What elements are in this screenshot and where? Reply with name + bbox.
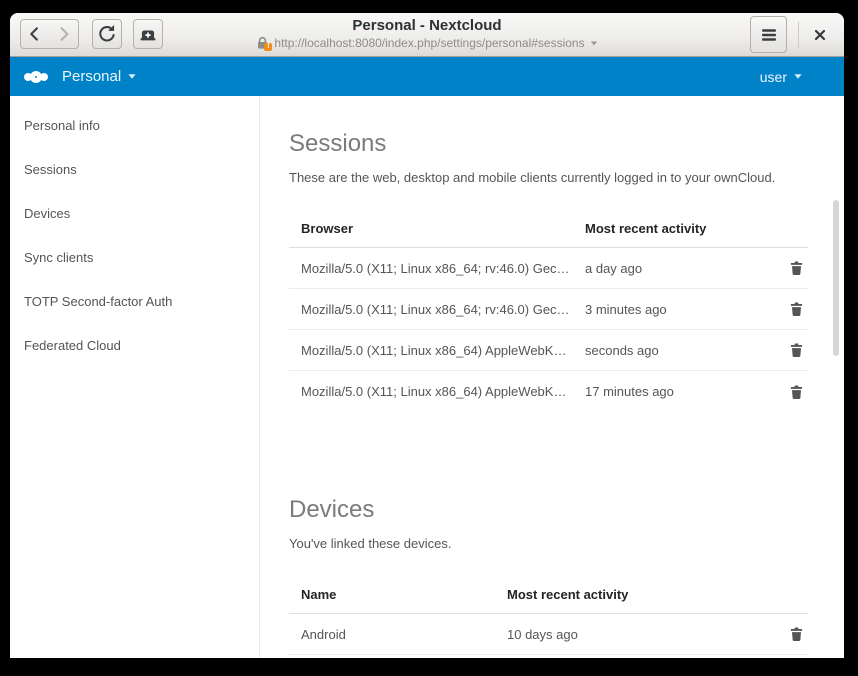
forward-button[interactable]	[49, 19, 79, 49]
trash-icon	[789, 626, 804, 642]
settings-sidebar: Personal info Sessions Devices Sync clie…	[10, 96, 260, 658]
column-header-name: Name	[289, 587, 507, 602]
settings-content: Personal info Sessions Devices Sync clie…	[10, 96, 844, 658]
new-tab-button[interactable]	[133, 19, 163, 49]
devices-table: Name Most recent activity Android 10 day…	[289, 576, 808, 655]
browser-window: Personal - Nextcloud ! http://localhost:…	[10, 13, 844, 658]
insecure-lock-icon: !	[256, 36, 269, 50]
refresh-icon	[93, 19, 121, 49]
refresh-button[interactable]	[92, 19, 122, 49]
delete-session-button[interactable]	[789, 384, 804, 400]
app-menu-label: Personal	[62, 68, 121, 85]
session-row: Mozilla/5.0 (X11; Linux x86_64; rv:46.0)…	[289, 248, 808, 289]
app-menu-personal[interactable]: Personal	[62, 68, 136, 85]
devices-heading: Devices	[289, 496, 808, 524]
scrollbar-thumb[interactable]	[833, 200, 839, 356]
browser-titlebar: Personal - Nextcloud ! http://localhost:…	[10, 13, 844, 57]
sidebar-item-federated-cloud[interactable]: Federated Cloud	[10, 323, 259, 367]
trash-icon	[789, 260, 804, 276]
trash-icon	[789, 342, 804, 358]
sidebar-item-personal-info[interactable]: Personal info	[10, 103, 259, 147]
session-row: Mozilla/5.0 (X11; Linux x86_64) AppleWeb…	[289, 330, 808, 371]
delete-session-button[interactable]	[789, 260, 804, 276]
device-name: Android	[289, 627, 507, 642]
delete-session-button[interactable]	[789, 342, 804, 358]
column-header-browser: Browser	[289, 221, 585, 236]
chevron-left-icon	[21, 19, 49, 49]
chevron-right-icon	[49, 19, 78, 49]
url-dropdown-caret-icon[interactable]	[590, 41, 596, 45]
app-menu-caret-icon	[129, 74, 136, 79]
back-button[interactable]	[20, 19, 50, 49]
delete-device-button[interactable]	[789, 626, 804, 642]
hamburger-icon	[761, 28, 777, 42]
session-row: Mozilla/5.0 (X11; Linux x86_64) AppleWeb…	[289, 371, 808, 412]
devices-description: You've linked these devices.	[289, 536, 808, 552]
sidebar-item-devices[interactable]: Devices	[10, 191, 259, 235]
new-tab-icon	[134, 19, 162, 49]
url-bar[interactable]: ! http://localhost:8080/index.php/settin…	[256, 36, 597, 50]
sidebar-item-sync-clients[interactable]: Sync clients	[10, 235, 259, 279]
device-row: Android 10 days ago	[289, 614, 808, 655]
settings-main: Sessions These are the web, desktop and …	[260, 96, 844, 658]
session-browser: Mozilla/5.0 (X11; Linux x86_64) AppleWeb…	[289, 343, 585, 358]
sessions-table-header: Browser Most recent activity	[289, 210, 808, 248]
menu-button[interactable]	[750, 16, 787, 53]
device-activity: 10 days ago	[507, 627, 772, 642]
trash-icon	[789, 301, 804, 317]
column-header-activity: Most recent activity	[507, 587, 772, 602]
sidebar-item-sessions[interactable]: Sessions	[10, 147, 259, 191]
sessions-table: Browser Most recent activity Mozilla/5.0…	[289, 210, 808, 412]
titlebar-center: Personal - Nextcloud ! http://localhost:…	[190, 17, 664, 55]
session-browser: Mozilla/5.0 (X11; Linux x86_64; rv:46.0)…	[289, 261, 585, 276]
devices-table-header: Name Most recent activity	[289, 576, 808, 614]
lock-warning-badge: !	[264, 43, 272, 51]
delete-session-button[interactable]	[789, 301, 804, 317]
logo-ring-center	[30, 71, 42, 83]
session-browser: Mozilla/5.0 (X11; Linux x86_64; rv:46.0)…	[289, 302, 585, 317]
user-menu-label: user	[760, 69, 787, 85]
session-row: Mozilla/5.0 (X11; Linux x86_64; rv:46.0)…	[289, 289, 808, 330]
window-title: Personal - Nextcloud	[190, 17, 664, 35]
user-menu-caret-icon	[794, 74, 801, 79]
close-icon	[812, 27, 828, 43]
titlebar-separator	[798, 22, 799, 48]
url-text: http://localhost:8080/index.php/settings…	[274, 36, 584, 50]
column-header-activity: Most recent activity	[585, 221, 772, 236]
user-menu[interactable]: user	[760, 69, 802, 85]
sidebar-item-totp[interactable]: TOTP Second-factor Auth	[10, 279, 259, 323]
session-activity: a day ago	[585, 261, 772, 276]
nextcloud-header: Personal user	[10, 57, 844, 96]
sessions-heading: Sessions	[289, 130, 808, 158]
session-activity: seconds ago	[585, 343, 772, 358]
session-browser: Mozilla/5.0 (X11; Linux x86_64) AppleWeb…	[289, 384, 585, 399]
nextcloud-logo[interactable]	[24, 71, 48, 83]
trash-icon	[789, 384, 804, 400]
sessions-description: These are the web, desktop and mobile cl…	[289, 170, 808, 186]
session-activity: 17 minutes ago	[585, 384, 772, 399]
session-activity: 3 minutes ago	[585, 302, 772, 317]
close-button[interactable]	[807, 22, 833, 48]
